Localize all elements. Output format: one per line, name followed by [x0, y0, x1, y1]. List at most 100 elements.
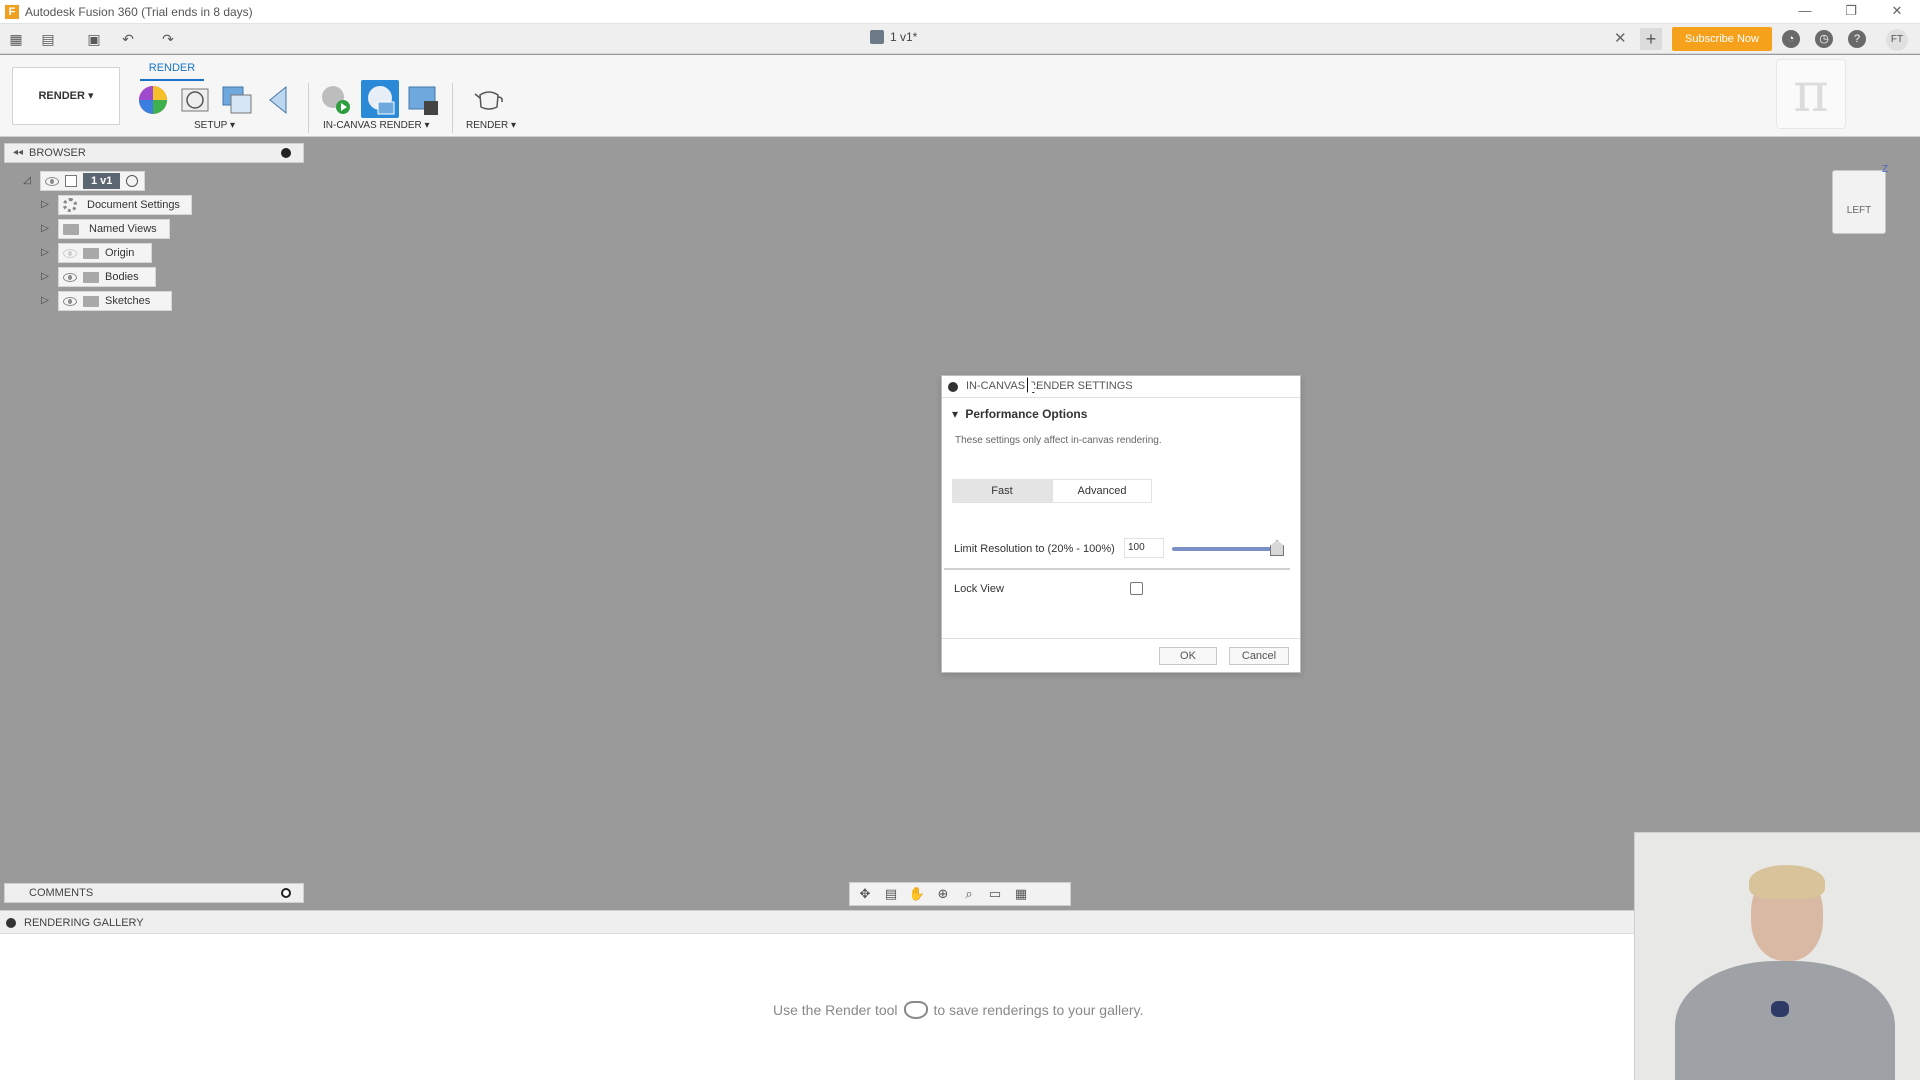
quick-access-bar: ▦ ▤ ▣ ↶ ↷ 1 v1* ✕ + Subscribe Now ◔ ◷ ? … [0, 24, 1920, 54]
in-canvas-render-group-label[interactable]: IN-CANVAS RENDER ▾ [323, 120, 430, 131]
display-settings-icon[interactable]: ▭ [986, 886, 1004, 902]
tree-item-origin[interactable]: ▷ Origin [38, 243, 152, 263]
gallery-message-start: Use the Render tool [773, 1002, 898, 1018]
lock-view-checkbox[interactable] [1130, 582, 1143, 595]
dialog-footer-divider [942, 638, 1300, 639]
section-title: Performance Options [965, 407, 1088, 421]
close-window-button[interactable]: ✕ [1874, 0, 1920, 24]
navigation-toolbar: ✥ ▤ ✋ ⊕ ⌕ ▭ ▦ [849, 882, 1071, 906]
browser-pin-icon[interactable] [281, 148, 291, 158]
gear-icon [63, 198, 77, 212]
channel-logo-icon: π [1776, 59, 1846, 129]
close-tab-icon[interactable]: ✕ [1614, 29, 1627, 47]
user-avatar[interactable]: FT [1886, 29, 1908, 51]
resolution-input[interactable]: 100 [1124, 538, 1164, 558]
browser-panel-header[interactable]: ◂◂ BROWSER [4, 143, 304, 163]
section-triangle-icon[interactable]: ▾ [952, 407, 958, 421]
grid-settings-icon[interactable]: ▦ [1012, 886, 1030, 902]
notifications-icon[interactable]: ◷ [1815, 30, 1833, 48]
expand-icon[interactable]: ▷ [38, 270, 52, 284]
tree-item-sketches[interactable]: ▷ Sketches [38, 291, 172, 311]
mode-segmented-control: Fast Advanced [952, 479, 1152, 503]
window-controls: — ❐ ✕ [1782, 0, 1920, 24]
render-teapot-icon[interactable] [472, 83, 506, 117]
folder-icon [83, 295, 99, 307]
appearance-icon[interactable] [136, 83, 170, 117]
new-tab-button[interactable]: + [1640, 28, 1662, 50]
tree-chip[interactable]: Named Views [58, 219, 170, 239]
presenter-hair [1749, 865, 1825, 899]
minimize-button[interactable]: — [1782, 0, 1828, 24]
tree-chip[interactable]: Document Settings [58, 195, 192, 215]
look-at-icon[interactable]: ▤ [882, 886, 900, 902]
presenter-body [1675, 961, 1895, 1080]
gallery-title: RENDERING GALLERY [24, 917, 144, 929]
redo-icon[interactable]: ↷ [158, 30, 178, 48]
viewcube[interactable]: LEFT [1832, 170, 1886, 234]
workspace-switcher[interactable]: RENDER ▾ [12, 67, 120, 125]
visibility-eye-icon[interactable] [63, 272, 77, 282]
dialog-header[interactable]: IN-CANVAS RENDER SETTINGS [942, 376, 1300, 398]
restore-button[interactable]: ❐ [1828, 0, 1874, 24]
subscribe-button[interactable]: Subscribe Now [1672, 27, 1772, 51]
render-group-label[interactable]: RENDER ▾ [466, 120, 516, 131]
settings-note: These settings only affect in-canvas ren… [955, 435, 1162, 446]
ribbon-separator [452, 83, 453, 133]
file-menu-icon[interactable]: ▤ [38, 30, 58, 48]
data-panel-grid-icon[interactable]: ▦ [6, 30, 26, 48]
expand-icon[interactable]: ▷ [38, 198, 52, 212]
scene-settings-icon[interactable] [178, 83, 212, 117]
tree-item-document-settings[interactable]: ▷ Document Settings [38, 195, 192, 215]
mode-fast-button[interactable]: Fast [952, 479, 1052, 503]
save-icon[interactable]: ▣ [84, 30, 104, 48]
visibility-eye-icon[interactable] [63, 248, 77, 258]
tree-item-label: Named Views [89, 223, 157, 235]
in-canvas-render-settings-icon[interactable] [361, 80, 399, 118]
performance-options-section[interactable]: ▾ Performance Options [952, 407, 1087, 421]
add-comment-icon[interactable] [281, 888, 291, 898]
expand-icon[interactable]: ▷ [38, 294, 52, 308]
rendering-gallery-header[interactable]: RENDERING GALLERY [0, 910, 1634, 934]
mode-advanced-button[interactable]: Advanced [1052, 479, 1152, 503]
tree-chip[interactable]: Origin [58, 243, 152, 263]
tree-item-named-views[interactable]: ▷ Named Views [38, 219, 170, 239]
gallery-collapse-icon[interactable] [6, 918, 16, 928]
decal-icon[interactable] [262, 83, 296, 117]
resolution-slider-thumb[interactable] [1270, 540, 1284, 556]
undo-icon[interactable]: ↶ [118, 30, 138, 48]
browser-root-row[interactable]: ◿ 1 v1 [20, 171, 146, 191]
zoom-window-icon[interactable]: ⌕ [960, 886, 978, 902]
root-component[interactable]: 1 v1 [40, 171, 146, 191]
visibility-eye-icon[interactable] [45, 176, 59, 186]
render-teapot-icon [903, 1001, 928, 1019]
help-icon[interactable]: ? [1848, 30, 1866, 48]
expand-icon[interactable]: ▷ [38, 246, 52, 260]
resolution-slider-track[interactable] [1172, 547, 1284, 551]
ribbon-toolbar: RENDER ▾ RENDER SETUP ▾ IN-CANVAS RENDER… [0, 55, 1920, 137]
tree-item-label: Document Settings [87, 199, 180, 211]
visibility-eye-icon[interactable] [63, 296, 77, 306]
dialog-collapse-icon[interactable] [948, 382, 958, 392]
ok-button[interactable]: OK [1159, 647, 1217, 665]
capture-image-icon[interactable] [406, 83, 440, 117]
collapse-root-icon[interactable]: ◿ [20, 174, 34, 188]
comments-panel-header[interactable]: COMMENTS [4, 883, 304, 903]
expand-icon[interactable]: ▷ [38, 222, 52, 236]
webcam-overlay [1634, 832, 1920, 1080]
zoom-icon[interactable]: ⊕ [934, 886, 952, 902]
orbit-icon[interactable]: ✥ [856, 886, 874, 902]
tab-render[interactable]: RENDER [140, 59, 204, 81]
comments-title: COMMENTS [29, 887, 94, 899]
tree-item-bodies[interactable]: ▷ Bodies [38, 267, 156, 287]
in-canvas-render-icon[interactable] [318, 83, 352, 117]
activate-radio-icon[interactable] [126, 175, 139, 187]
document-tab[interactable]: 1 v1* [870, 30, 917, 44]
job-status-icon[interactable]: ◔ [1782, 30, 1800, 48]
tree-chip[interactable]: Bodies [58, 267, 156, 287]
tree-chip[interactable]: Sketches [58, 291, 172, 311]
texture-map-icon[interactable] [220, 83, 254, 117]
setup-group-label[interactable]: SETUP ▾ [194, 120, 235, 131]
pan-hand-icon[interactable]: ✋ [908, 886, 926, 902]
cancel-button[interactable]: Cancel [1229, 647, 1289, 665]
collapse-browser-icon[interactable]: ◂◂ [13, 147, 23, 158]
